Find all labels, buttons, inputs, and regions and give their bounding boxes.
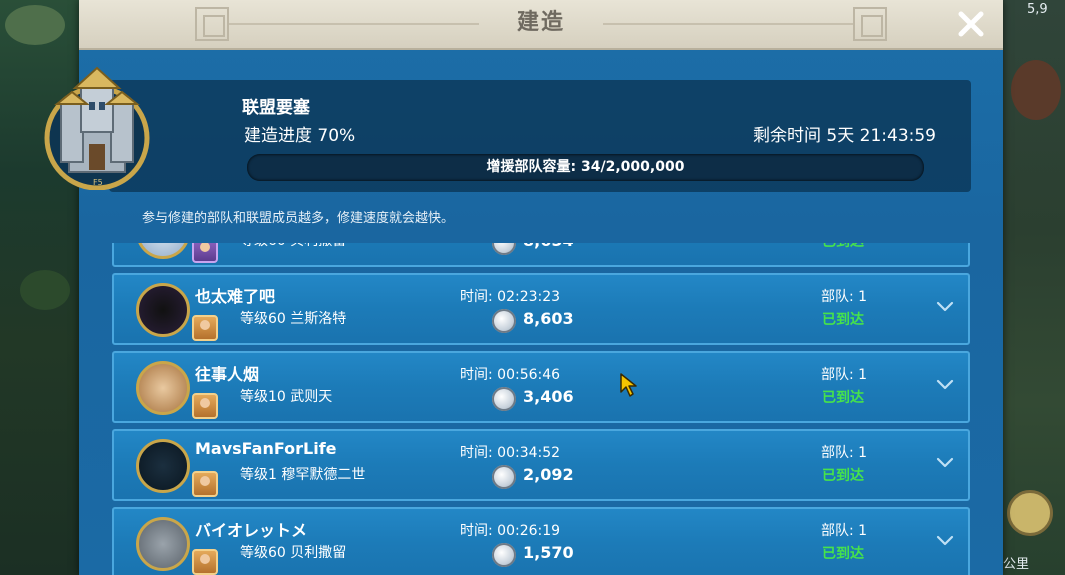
commander-level: 等级10 武则天 bbox=[240, 389, 333, 405]
background-map-right: 5,9 公里 bbox=[1003, 0, 1065, 575]
resource-coin-icon bbox=[492, 543, 516, 567]
arrival-status: 已到达 bbox=[822, 243, 864, 251]
participant-row[interactable]: 也太难了吧等级60 兰斯洛特 时间: 02:23:23 8,603 部队: 1 已到达 bbox=[112, 273, 970, 345]
troop-count: 部队: 1 bbox=[821, 445, 868, 461]
march-time: 时间: 00:34:52 bbox=[460, 445, 561, 461]
commander-portrait bbox=[192, 243, 218, 263]
chevron-down-icon[interactable] bbox=[936, 535, 954, 547]
resource-amount: 8,654 bbox=[523, 243, 574, 250]
title-bar: 建造 bbox=[79, 0, 1003, 50]
commander-portrait bbox=[192, 315, 218, 341]
troop-count: 部队: 1 bbox=[821, 289, 868, 305]
close-button[interactable] bbox=[955, 8, 987, 40]
resource-amount: 8,603 bbox=[523, 309, 574, 328]
player-avatar[interactable] bbox=[136, 361, 190, 415]
participant-list-content: hunetwang002等级60 贝利撒留时间: 02:24:148,654部队… bbox=[112, 243, 970, 575]
march-time: 时间: 00:26:19 bbox=[460, 523, 561, 539]
reinforcement-capacity-bar: 增援部队容量: 34/2,000,000 bbox=[247, 154, 924, 181]
resource-amount: 1,570 bbox=[523, 543, 574, 562]
player-avatar[interactable] bbox=[136, 243, 190, 259]
commander-level: 等级60 贝利撒留 bbox=[240, 243, 346, 250]
participant-row[interactable]: MavsFanForLife 等级1 穆罕默德二世 时间: 00:34:52 2,09… bbox=[112, 429, 970, 501]
troop-count: 部队: 1 bbox=[821, 523, 868, 539]
chevron-down-icon[interactable] bbox=[936, 457, 954, 469]
march-time: 时间: 00:56:46 bbox=[460, 367, 561, 383]
troop-count: 部队: 1 bbox=[821, 367, 868, 383]
dialog-title: 建造 bbox=[516, 10, 565, 35]
commander-level: 等级60 贝利撒留 bbox=[240, 545, 347, 561]
alliance-fortress-icon: F5 bbox=[44, 66, 150, 190]
build-progress-text: 建造进度 70% bbox=[244, 126, 356, 146]
chevron-down-icon[interactable] bbox=[936, 379, 954, 391]
distance-label: 公里 bbox=[1003, 557, 1030, 572]
player-name: 也太难了吧 bbox=[195, 287, 276, 306]
arrival-status: 已到达 bbox=[822, 312, 864, 328]
map-terrain bbox=[5, 5, 65, 45]
resource-amount: 3,406 bbox=[523, 387, 574, 406]
march-time: 时间: 02:23:23 bbox=[460, 289, 561, 305]
player-avatar[interactable] bbox=[136, 283, 190, 337]
capacity-text: 增援部队容量: 34/2,000,000 bbox=[486, 159, 685, 175]
svg-text:F5: F5 bbox=[93, 178, 103, 187]
close-icon bbox=[958, 11, 984, 37]
chevron-down-icon[interactable] bbox=[936, 301, 954, 313]
player-name: MavsFanForLife bbox=[195, 439, 337, 458]
commander-portrait bbox=[192, 549, 218, 575]
commander-level: 等级60 兰斯洛特 bbox=[240, 311, 347, 327]
player-name: 往事人烟 bbox=[195, 365, 260, 384]
map-terrain bbox=[20, 270, 70, 310]
resource-coin-icon bbox=[492, 387, 516, 411]
participant-row[interactable]: バイオレットメ等级60 贝利撒留 时间: 00:26:19 1,570 部队: 1 已到… bbox=[112, 507, 970, 575]
building-name: 联盟要塞 bbox=[242, 98, 310, 118]
arrival-status: 已到达 bbox=[822, 390, 864, 406]
resource-coin-icon bbox=[492, 309, 516, 333]
commander-level: 等级1 穆罕默德二世 bbox=[240, 467, 366, 483]
map-value-label: 5,9 bbox=[1027, 2, 1048, 17]
participant-list[interactable]: hunetwang002等级60 贝利撒留时间: 02:24:148,654部队… bbox=[112, 243, 970, 575]
resource-coin-icon bbox=[492, 243, 516, 255]
arrival-status: 已到达 bbox=[822, 546, 864, 562]
commander-portrait bbox=[192, 393, 218, 419]
player-name: バイオレットメ bbox=[195, 521, 308, 540]
mouse-cursor-icon bbox=[620, 373, 637, 397]
resource-amount: 2,092 bbox=[523, 465, 574, 484]
arrival-status: 已到达 bbox=[822, 468, 864, 484]
remaining-time-text: 剩余时间 5天 21:43:59 bbox=[753, 126, 936, 146]
map-object bbox=[1007, 490, 1053, 536]
player-avatar[interactable] bbox=[136, 517, 190, 571]
commander-portrait bbox=[192, 471, 218, 497]
participant-row[interactable]: hunetwang002等级60 贝利撒留时间: 02:24:148,654部队… bbox=[112, 243, 970, 267]
resource-coin-icon bbox=[492, 465, 516, 489]
player-avatar[interactable] bbox=[136, 439, 190, 493]
map-building bbox=[1011, 60, 1061, 120]
participant-row[interactable]: 往事人烟等级10 武则天 时间: 00:56:46 3,406 部队: 1 已到达 bbox=[112, 351, 970, 423]
build-speed-hint: 参与修建的部队和联盟成员越多，修建速度就会越快。 bbox=[142, 211, 455, 226]
